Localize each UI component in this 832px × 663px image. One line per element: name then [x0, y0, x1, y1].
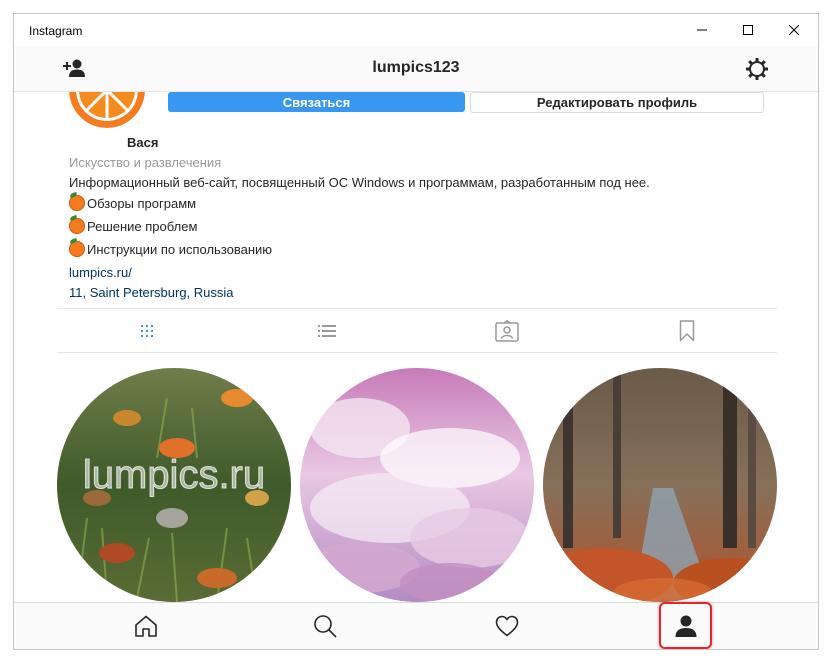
- post-thumbnail[interactable]: [543, 368, 777, 602]
- list-icon: [318, 324, 336, 337]
- profile-tabs: [57, 308, 777, 353]
- bio-item-text: Решение проблем: [87, 218, 198, 234]
- minimize-icon: [697, 29, 707, 31]
- orange-emoji-icon: [69, 241, 85, 257]
- orange-emoji-icon: [69, 195, 85, 211]
- tagged-icon: [495, 319, 519, 342]
- profile-content: Связаться Редактировать профиль Вася Иск…: [14, 92, 818, 602]
- close-button[interactable]: [771, 14, 817, 46]
- profile-website-link[interactable]: lumpics.ru/: [69, 265, 132, 280]
- bookmark-icon: [679, 319, 695, 341]
- post-thumbnail[interactable]: lumpics.ru: [57, 368, 291, 602]
- post-image-clouds: [300, 368, 534, 602]
- close-icon: [789, 25, 799, 35]
- grid-icon: [141, 324, 153, 337]
- tab-grid[interactable]: [57, 309, 237, 352]
- bottom-navigation: [14, 602, 818, 649]
- post-image-leaves: lumpics.ru: [57, 368, 291, 602]
- profile-category: Искусство и развлечения: [69, 155, 222, 170]
- window-title: Instagram: [29, 24, 83, 38]
- profile-username: lumpics123: [372, 59, 460, 76]
- watermark-text: lumpics.ru: [83, 453, 265, 497]
- nav-profile-button[interactable]: [659, 602, 712, 649]
- contact-button[interactable]: Связаться: [168, 92, 465, 112]
- edit-profile-button[interactable]: Редактировать профиль: [470, 92, 764, 113]
- heart-icon: [495, 615, 519, 637]
- post-image-park: [543, 368, 777, 602]
- bio-item: Обзоры программ: [69, 195, 196, 211]
- tab-tagged[interactable]: [417, 309, 597, 352]
- profile-icon: [675, 615, 696, 637]
- bio-item-text: Инструкции по использованию: [87, 241, 273, 257]
- maximize-button[interactable]: [725, 14, 771, 46]
- search-icon: [314, 615, 337, 638]
- profile-bio: Информационный веб-сайт, посвященный ОС …: [69, 175, 650, 190]
- app-header: lumpics123: [14, 46, 818, 92]
- tab-saved[interactable]: [597, 309, 777, 352]
- bio-item: Решение проблем: [69, 218, 197, 234]
- avatar[interactable]: [69, 92, 145, 128]
- minimize-button[interactable]: [679, 14, 725, 46]
- tab-list[interactable]: [237, 309, 417, 352]
- profile-full-name: Вася: [127, 135, 159, 150]
- nav-activity-button[interactable]: [477, 603, 537, 649]
- bio-item: Инструкции по использованию: [69, 241, 272, 257]
- maximize-icon: [743, 25, 753, 35]
- post-thumbnail[interactable]: [300, 368, 534, 602]
- orange-emoji-icon: [69, 218, 85, 234]
- nav-search-button[interactable]: [295, 603, 355, 649]
- app-window: Instagram lumpics123 Связаться Редактиро…: [13, 13, 819, 650]
- gear-icon: [746, 58, 768, 80]
- profile-address-link[interactable]: 11, Saint Petersburg, Russia: [69, 285, 234, 300]
- title-bar: Instagram: [14, 14, 818, 46]
- bio-item-text: Обзоры программ: [87, 195, 197, 211]
- nav-home-button[interactable]: [116, 603, 176, 649]
- settings-button[interactable]: [745, 57, 769, 86]
- orange-slice-icon: [69, 92, 145, 128]
- home-icon: [135, 615, 157, 637]
